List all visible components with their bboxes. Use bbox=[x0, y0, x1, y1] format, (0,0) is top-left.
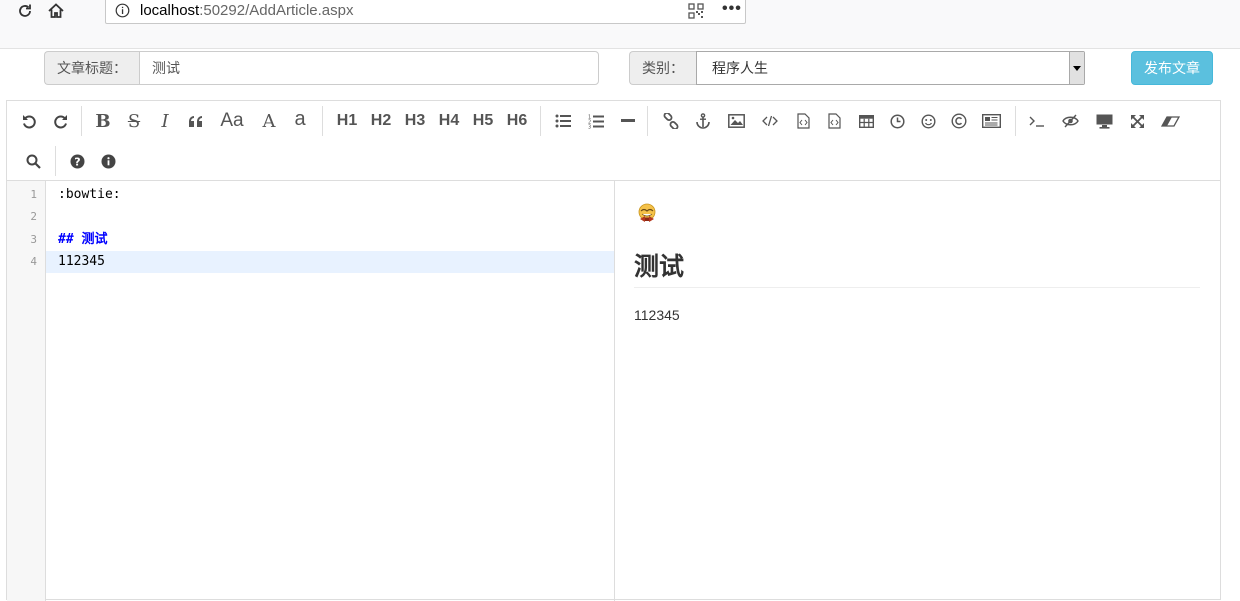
code-icon[interactable] bbox=[760, 106, 780, 136]
line-number: 3 bbox=[30, 233, 37, 246]
svg-text:?: ? bbox=[74, 155, 80, 168]
redo-icon[interactable] bbox=[50, 106, 70, 136]
code-pane[interactable]: 1 2 3 4 :bowtie: ## 测试 112345 bbox=[7, 181, 615, 601]
preview-paragraph: 112345 bbox=[634, 307, 680, 323]
title-input-group: 文章标题： 测试 bbox=[44, 51, 599, 85]
url-text: localhost:50292/AddArticle.aspx bbox=[140, 2, 354, 19]
fullscreen-icon[interactable] bbox=[1127, 106, 1147, 136]
h5-button[interactable]: H5 bbox=[469, 106, 497, 136]
bowtie-emoji-icon bbox=[636, 203, 658, 230]
publish-button[interactable]: 发布文章 bbox=[1131, 51, 1213, 85]
select-arrow-icon[interactable] bbox=[1069, 52, 1084, 84]
code-line[interactable]: ## 测试 bbox=[46, 229, 614, 251]
unordered-list-icon[interactable] bbox=[553, 106, 573, 136]
info-circle-icon[interactable] bbox=[98, 146, 118, 176]
emoji-icon[interactable] bbox=[918, 106, 938, 136]
h2-button[interactable]: H2 bbox=[367, 106, 395, 136]
ordered-list-icon[interactable]: 123 bbox=[586, 106, 606, 136]
heading-marker: ## bbox=[58, 232, 82, 247]
font-size-icon[interactable]: Aa bbox=[218, 106, 246, 136]
quote-icon[interactable] bbox=[186, 106, 206, 136]
toolbar-divider bbox=[1015, 106, 1016, 136]
strikethrough-icon[interactable]: S bbox=[124, 106, 144, 136]
link-icon[interactable] bbox=[661, 106, 681, 136]
lowercase-icon[interactable]: a bbox=[290, 104, 310, 134]
code-line-active[interactable]: 112345 bbox=[46, 251, 614, 273]
preview-pane: 测试 112345 bbox=[616, 181, 1220, 601]
help-icon[interactable]: ? bbox=[67, 146, 87, 176]
editor-toolbar: B S I Aa A a H1 H2 H3 H4 H5 H6 123 ? bbox=[7, 101, 1220, 181]
line-number: 4 bbox=[30, 255, 37, 268]
toolbar-divider bbox=[540, 106, 541, 136]
toolbar-divider bbox=[81, 106, 82, 136]
h4-button[interactable]: H4 bbox=[435, 106, 463, 136]
search-icon[interactable] bbox=[23, 146, 43, 176]
toolbar-divider bbox=[647, 106, 648, 136]
h3-button[interactable]: H3 bbox=[401, 106, 429, 136]
undo-icon[interactable] bbox=[19, 106, 39, 136]
reload-icon[interactable] bbox=[12, 0, 38, 22]
preformatted-code-icon[interactable] bbox=[824, 106, 844, 136]
clear-icon[interactable] bbox=[1159, 106, 1181, 136]
uppercase-icon[interactable]: A bbox=[259, 106, 279, 136]
qr-code-icon[interactable] bbox=[688, 3, 704, 24]
line-number: 1 bbox=[30, 188, 37, 201]
code-block-icon[interactable] bbox=[793, 106, 813, 136]
code-line[interactable] bbox=[46, 206, 614, 228]
datetime-icon[interactable] bbox=[887, 106, 907, 136]
info-icon[interactable] bbox=[115, 3, 130, 23]
category-input-group: 类别： 程序人生 bbox=[629, 51, 1085, 85]
pagebreak-icon[interactable] bbox=[980, 106, 1002, 136]
toolbar-divider bbox=[322, 106, 323, 136]
title-label: 文章标题： bbox=[44, 51, 139, 85]
more-options-icon[interactable]: ••• bbox=[722, 0, 742, 18]
toolbar-divider bbox=[55, 146, 56, 176]
anchor-icon[interactable] bbox=[693, 106, 713, 136]
horizontal-rule-icon[interactable] bbox=[618, 106, 638, 136]
preview-heading: 测试 bbox=[634, 249, 1200, 288]
browser-toolbar: localhost:50292/AddArticle.aspx ••• bbox=[0, 0, 1240, 49]
category-select[interactable]: 程序人生 bbox=[696, 51, 1085, 85]
image-icon[interactable] bbox=[726, 106, 746, 136]
h1-button[interactable]: H1 bbox=[333, 106, 361, 136]
heading-text: 测试 bbox=[81, 232, 108, 247]
italic-icon[interactable]: I bbox=[155, 106, 175, 136]
html-entities-icon[interactable] bbox=[949, 106, 969, 136]
goto-line-icon[interactable] bbox=[1027, 106, 1047, 136]
h6-button[interactable]: H6 bbox=[503, 106, 531, 136]
markdown-editor: B S I Aa A a H1 H2 H3 H4 H5 H6 123 ? 1 2… bbox=[6, 100, 1221, 601]
table-icon[interactable] bbox=[856, 106, 876, 136]
preview-icon[interactable] bbox=[1094, 106, 1114, 136]
code-line[interactable]: :bowtie: bbox=[46, 184, 614, 206]
address-bar[interactable]: localhost:50292/AddArticle.aspx ••• bbox=[105, 0, 746, 24]
svg-text:3: 3 bbox=[588, 124, 591, 129]
line-number: 2 bbox=[30, 210, 37, 223]
home-icon[interactable] bbox=[43, 0, 69, 22]
category-label: 类别： bbox=[629, 51, 696, 85]
title-input[interactable]: 测试 bbox=[139, 51, 599, 85]
bold-icon[interactable]: B bbox=[93, 106, 113, 136]
category-selected-value: 程序人生 bbox=[712, 60, 768, 76]
watch-toggle-icon[interactable] bbox=[1060, 106, 1080, 136]
line-number-gutter: 1 2 3 4 bbox=[7, 181, 46, 601]
